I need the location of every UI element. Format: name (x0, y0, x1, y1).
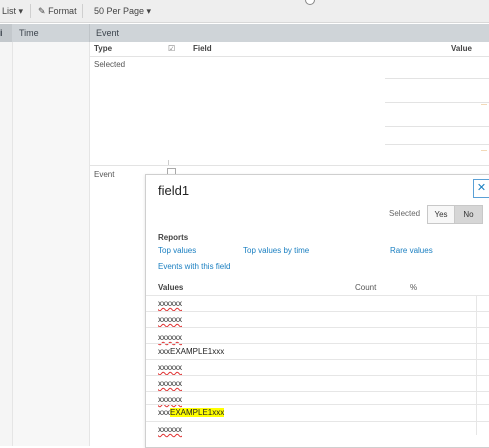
value-row[interactable]: xxxxxx (146, 295, 489, 312)
event-section-label: Event (94, 170, 115, 179)
value-text: xxxxxx (158, 379, 182, 388)
value-row[interactable]: xxxxxx (146, 375, 489, 392)
info-column-header: i (0, 24, 12, 42)
value-highlight: EXAMPLE1xxx (170, 408, 225, 417)
top-values-by-time-link[interactable]: Top values by time (243, 246, 309, 255)
percent-column-header: % (410, 283, 418, 292)
rare-values-link[interactable]: Rare values (390, 246, 433, 255)
popup-scroll-edge (476, 295, 477, 435)
type-header: Type (94, 44, 113, 53)
value-text: xxxxxx (158, 299, 182, 308)
format-button[interactable]: ✎ Format (38, 6, 77, 17)
selected-section-label: Selected (94, 60, 126, 69)
time-column (13, 42, 90, 446)
info-column (0, 42, 13, 446)
per-page-dropdown[interactable]: 50 Per Page ▾ (94, 6, 151, 17)
values-column-header: Values (158, 283, 184, 292)
pencil-icon: ✎ (38, 6, 46, 16)
list-view-dropdown[interactable]: List ▾ (2, 6, 23, 17)
value-text: xxxxxx (158, 395, 182, 404)
events-with-field-link[interactable]: Events with this field (158, 262, 230, 271)
field-list-header: Type ☑ Field Value (90, 42, 489, 57)
count-column-header: Count (355, 283, 377, 292)
format-label: Format (48, 6, 77, 16)
value-row[interactable]: xxxxxx (146, 359, 489, 376)
close-button[interactable]: ✕ (473, 179, 489, 198)
value-prefix: xxx (158, 408, 170, 417)
time-column-header[interactable]: Time (19, 28, 39, 38)
value-text: xxxxxx (158, 333, 182, 342)
value-row[interactable]: xxxxxx (146, 421, 489, 438)
selected-no-button[interactable]: No (454, 205, 483, 224)
close-icon: ✕ (476, 182, 487, 194)
field-summary-popup: field1 ✕ Selected Yes No Reports Top val… (145, 174, 489, 448)
value-row[interactable]: xxxEXAMPLE1xxx (146, 343, 489, 360)
row-divider (385, 102, 489, 103)
row-divider (385, 126, 489, 127)
section-divider (90, 165, 489, 166)
selected-yes-button[interactable]: Yes (427, 205, 455, 224)
value-text: xxxxxx (158, 363, 182, 372)
value-marker (481, 150, 487, 151)
info-icon: i (0, 28, 3, 38)
popup-title: field1 (158, 183, 190, 198)
event-column-header[interactable]: Event (96, 28, 119, 38)
row-divider (385, 144, 489, 145)
value-row[interactable]: xxxxxx (146, 311, 489, 328)
column-divider (89, 24, 90, 42)
top-values-link[interactable]: Top values (158, 246, 196, 255)
checkbox-icon[interactable]: ☑ (168, 44, 175, 53)
field-header: Field (193, 44, 212, 53)
selected-label: Selected (389, 209, 421, 218)
value-row-highlighted[interactable]: xxxEXAMPLE1xxx (146, 404, 489, 421)
value-marker (481, 104, 487, 105)
value-text: xxxEXAMPLE1xxx (158, 408, 225, 417)
toolbar-divider (30, 4, 31, 18)
toolbar-divider (82, 4, 83, 18)
value-text: xxxxxx (158, 425, 182, 434)
value-text: xxxEXAMPLE1xxx (158, 347, 225, 356)
value-row[interactable]: xxxxxx (146, 327, 489, 344)
row-divider (385, 78, 489, 79)
results-table-header: i Time Event (0, 24, 489, 42)
results-toolbar: List ▾ ✎ Format 50 Per Page ▾ (0, 0, 489, 23)
value-header: Value (451, 44, 472, 53)
reports-label: Reports (158, 233, 189, 242)
value-text: xxxxxx (158, 315, 182, 324)
